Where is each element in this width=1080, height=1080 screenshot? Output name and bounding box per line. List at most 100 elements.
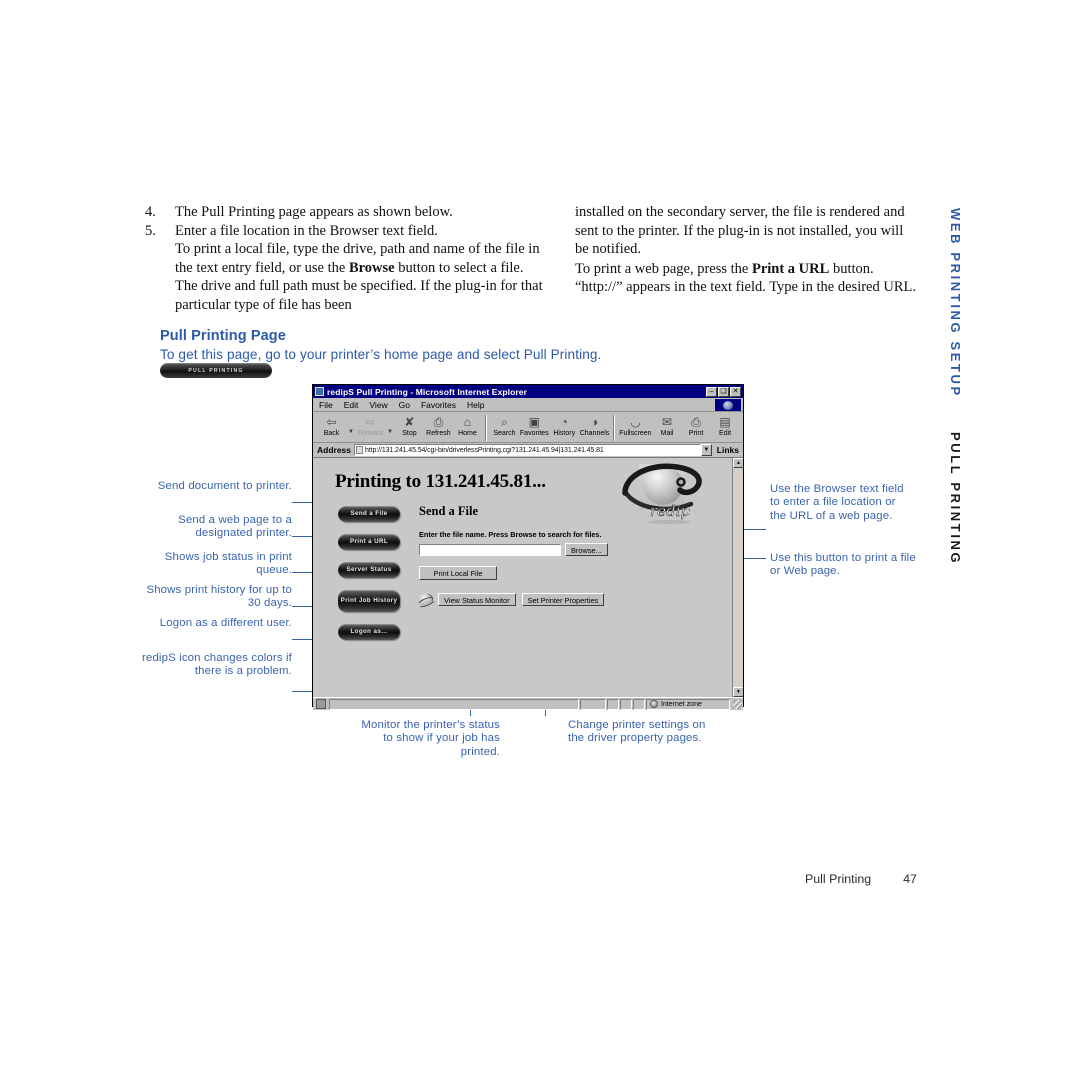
nav-button-label: Logon as...	[350, 628, 388, 636]
form-instruction: Enter the file name. Press Browse to sea…	[419, 530, 602, 539]
security-zone-label: Internet zone	[661, 700, 702, 708]
step-item-4: 4. The Pull Printing page appears as sho…	[145, 203, 545, 222]
toolbar-button-stop[interactable]: ✘ Stop	[395, 414, 424, 438]
toolbar-button-search[interactable]: ⌕ Search	[490, 414, 519, 438]
address-url-text: http://131.241.45.54/cgi-bin/driverlessP…	[365, 446, 604, 454]
section-subtitle: To get this page, go to your printer’s h…	[160, 347, 602, 362]
svg-text:S: S	[685, 504, 695, 522]
svg-text:redip: redip	[650, 502, 690, 520]
toolbar-button-favorites[interactable]: ▣ Favorites	[519, 414, 550, 438]
print-job-history-button[interactable]: Print Job History	[338, 590, 400, 612]
toolbar-button-refresh[interactable]: ⎙ Refresh	[424, 414, 453, 438]
paragraph-plugin-render: installed on the secondary server, the f…	[575, 204, 905, 258]
toolbar-button-mail[interactable]: ✉ Mail	[653, 414, 682, 438]
toolbar-button-home[interactable]: ⌂ Home	[453, 414, 482, 438]
toolbar-button-print[interactable]: ⎙ Print	[682, 414, 711, 438]
print-a-url-bold-term: Print a URL	[751, 260, 830, 277]
callout-leader-2	[292, 536, 314, 537]
toolbar-label: Favorites	[519, 430, 549, 437]
browser-title-bar: redipS Pull Printing - Microsoft Interne…	[313, 385, 743, 398]
menu-item-edit[interactable]: Edit	[344, 400, 359, 410]
security-zone-indicator[interactable]: Internet zone	[646, 698, 730, 710]
scroll-up-button[interactable]: ▲	[733, 458, 743, 468]
forward-dropdown-icon[interactable]: ▼	[385, 429, 395, 435]
callout-leader-3	[292, 572, 314, 573]
back-dropdown-icon[interactable]: ▼	[346, 429, 356, 435]
menu-item-view[interactable]: View	[369, 400, 387, 410]
step-number: 4.	[145, 204, 156, 220]
browse-bold-term: Browse	[348, 259, 395, 276]
forward-arrow-icon: ⇨	[365, 415, 376, 429]
section-heading: Pull Printing Page	[160, 328, 286, 344]
step-item-5: 5. Enter a file location in the Browser …	[145, 222, 545, 241]
print-a-url-button[interactable]: Print a URL	[338, 534, 400, 550]
links-button[interactable]: Links	[717, 445, 739, 455]
toolbar-label: Refresh	[426, 430, 451, 437]
browse-button[interactable]: Browse...	[565, 543, 608, 556]
logon-as-button[interactable]: Logon as...	[338, 624, 400, 640]
edit-icon: ▤	[719, 415, 731, 429]
toolbar-button-back[interactable]: ⇦ Back	[317, 414, 346, 438]
toolbar-label: Print	[688, 430, 704, 437]
redips-status-icon[interactable]	[419, 593, 432, 606]
channels-icon: ◑	[590, 415, 599, 429]
callout-leader-6	[292, 691, 314, 692]
print-local-file-button[interactable]: Print Local File	[419, 566, 497, 580]
page-bottom-button-row: View Status Monitor Set Printer Properti…	[419, 593, 649, 606]
browser-window: redipS Pull Printing - Microsoft Interne…	[312, 384, 744, 710]
toolbar-button-channels[interactable]: ◑ Channels	[579, 414, 611, 438]
fullscreen-icon: ◡	[630, 415, 641, 429]
menu-item-go[interactable]: Go	[399, 400, 410, 410]
nav-button-label: Send a File	[350, 510, 388, 518]
view-status-monitor-button[interactable]: View Status Monitor	[438, 593, 516, 606]
callout-redips-icon-colors: redipS icon changes colors if there is a…	[142, 652, 292, 678]
file-name-input[interactable]	[419, 543, 561, 556]
history-icon: ◔	[560, 415, 568, 429]
pull-printing-badge-label: PULL PRINTING	[188, 367, 244, 374]
nav-button-label: Server Status	[346, 566, 392, 574]
callout-leader-4	[292, 606, 314, 607]
menu-item-favorites[interactable]: Favorites	[421, 400, 456, 410]
toolbar-button-edit[interactable]: ▤ Edit	[711, 414, 740, 438]
callout-browser-text-field: Use the Browser text field to enter a fi…	[770, 483, 904, 522]
toolbar-button-forward[interactable]: ⇨ Forward	[356, 414, 385, 438]
internet-zone-icon	[650, 700, 658, 708]
status-cell-2	[607, 698, 619, 710]
search-icon: ⌕	[501, 415, 508, 429]
menu-item-help[interactable]: Help	[467, 400, 484, 410]
address-input[interactable]: http://131.241.45.54/cgi-bin/driverlessP…	[354, 444, 701, 456]
page-title: Printing to 131.241.45.81...	[335, 471, 546, 492]
status-page-icon	[316, 699, 326, 709]
scroll-down-button[interactable]: ▼	[733, 687, 743, 697]
browser-status-bar: Internet zone	[313, 697, 743, 710]
menu-item-file[interactable]: File	[319, 400, 333, 410]
callout-change-printer-settings: Change printer settings on the driver pr…	[568, 719, 706, 745]
page-icon	[356, 446, 364, 454]
rendered-web-page: redip S Printing to 131.241.45.81... Sen…	[313, 457, 743, 697]
toolbar-button-fullscreen[interactable]: ◡ Fullscreen	[618, 414, 652, 438]
toolbar-separator	[613, 415, 616, 441]
server-status-button[interactable]: Server Status	[338, 562, 400, 578]
internet-explorer-icon	[315, 387, 324, 396]
page-vertical-scrollbar[interactable]: ▲ ▼	[732, 458, 743, 697]
favorites-icon: ▣	[528, 415, 540, 429]
step-number: 5.	[145, 222, 156, 239]
back-arrow-icon: ⇦	[326, 415, 337, 429]
body-column-left: 4. The Pull Printing page appears as sho…	[145, 203, 545, 315]
browser-menu-bar: File Edit View Go Favorites Help	[313, 398, 743, 412]
toolbar-label: Fullscreen	[619, 430, 652, 437]
send-a-file-button[interactable]: Send a File	[338, 506, 400, 522]
toolbar-button-history[interactable]: ◔ History	[550, 414, 579, 438]
status-cell-4	[633, 698, 645, 710]
resize-grip[interactable]	[733, 699, 742, 709]
footer-chapter-label: Pull Printing	[805, 872, 872, 886]
page-footer: Pull Printing 47	[805, 872, 917, 886]
toolbar-label: Search	[493, 430, 516, 437]
address-dropdown-icon[interactable]: ▼	[700, 444, 712, 456]
print-icon: ⎙	[691, 415, 701, 429]
set-printer-properties-button[interactable]: Set Printer Properties	[521, 593, 605, 606]
minimize-button[interactable]: –	[706, 386, 717, 397]
maximize-button[interactable]: ❑	[718, 386, 729, 397]
close-button[interactable]: ✕	[730, 386, 741, 397]
toolbar-separator	[484, 415, 487, 441]
